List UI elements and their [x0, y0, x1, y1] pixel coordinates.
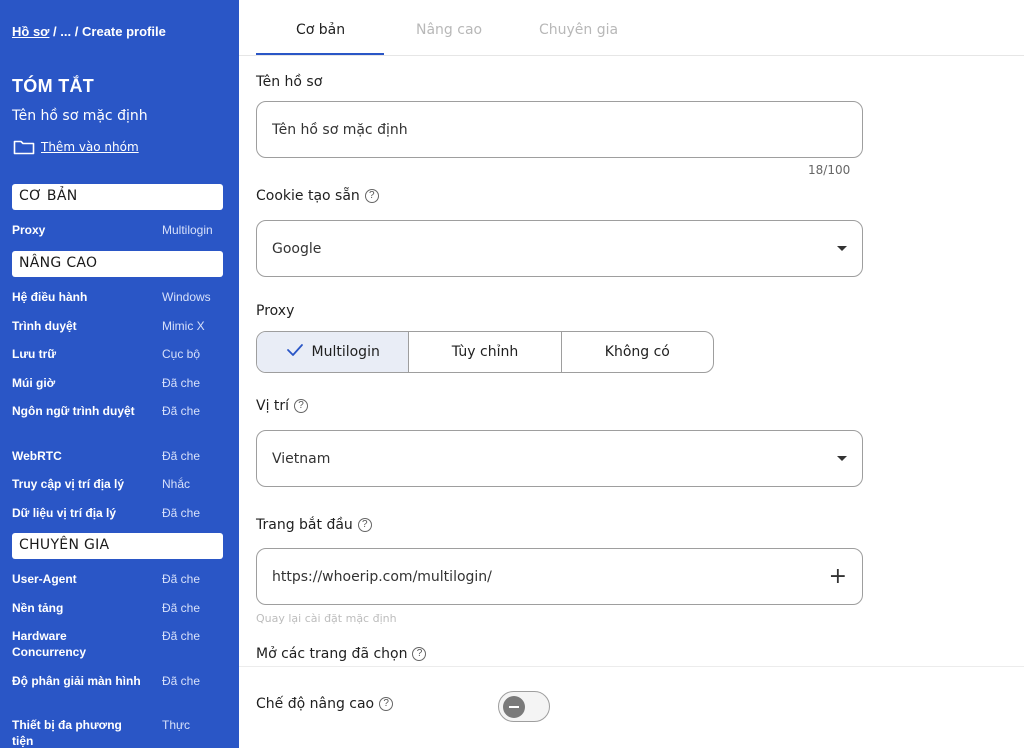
- cookie-label: Cookie tạo sẵn ?: [256, 188, 379, 204]
- tab-expert[interactable]: Chuyên gia: [539, 22, 618, 38]
- proxy-option-label: Tùy chỉnh: [451, 344, 519, 360]
- profile-name-input[interactable]: [272, 121, 847, 138]
- summary-row-value: Đã che: [162, 449, 201, 463]
- advanced-mode-label-text: Chế độ nâng cao: [256, 696, 375, 712]
- profile-name-label: Tên hồ sơ: [256, 74, 322, 90]
- summary-row-key: Hệ điều hành: [12, 290, 88, 304]
- breadcrumb-separator: /: [74, 24, 79, 39]
- section-basic-header: CƠ BẢN: [12, 184, 223, 210]
- summary-row-value: Đã che: [162, 674, 201, 688]
- summary-row-value: Đã che: [162, 376, 201, 390]
- tab-advanced[interactable]: Nâng cao: [416, 22, 482, 38]
- settings-tabs: Cơ bản Nâng cao Chuyên gia: [239, 0, 1024, 56]
- location-select[interactable]: Vietnam: [256, 430, 863, 487]
- summary-row-value: Thực: [162, 718, 191, 732]
- advanced-mode-toggle[interactable]: [498, 691, 550, 722]
- profile-name-label-text: Tên hồ sơ: [256, 74, 323, 90]
- summary-row-key: User-Agent: [12, 572, 77, 586]
- proxy-option-multilogin[interactable]: Multilogin: [257, 332, 410, 372]
- plus-icon[interactable]: +: [829, 566, 847, 588]
- start-page-input[interactable]: [272, 568, 847, 585]
- advanced-mode-label: Chế độ nâng cao ?: [256, 696, 394, 712]
- start-page-field[interactable]: +: [256, 548, 863, 605]
- help-icon[interactable]: ?: [379, 697, 394, 711]
- help-icon[interactable]: ?: [294, 399, 309, 413]
- summary-row-value: Đã che: [162, 404, 201, 418]
- add-to-group-link[interactable]: Thêm vào nhóm: [13, 139, 139, 155]
- section-expert-header: CHUYÊN GIA: [12, 533, 223, 559]
- breadcrumb-root-link[interactable]: Hồ sơ: [12, 24, 49, 39]
- summary-row-key: Truy cập vị trí địa lý: [12, 477, 125, 491]
- section-advanced-header: NÂNG CAO: [12, 251, 223, 277]
- proxy-label: Proxy: [256, 303, 294, 319]
- summary-row-key: Lưu trữ: [12, 347, 57, 361]
- summary-row-key: Dữ liệu vị trí địa lý: [12, 506, 117, 520]
- summary-profile-name: Tên hồ sơ mặc định: [12, 108, 148, 124]
- summary-row-value: Mimic X: [162, 319, 205, 333]
- start-page-label-text: Trang bắt đầu: [256, 517, 353, 533]
- summary-row-key: Trình duyệt: [12, 319, 77, 333]
- profile-name-field[interactable]: [256, 101, 863, 158]
- cookie-select[interactable]: Google: [256, 220, 863, 277]
- summary-row-value: Multilogin: [162, 223, 213, 237]
- toggle-off-icon: [503, 696, 525, 718]
- open-selected-pages-label: Mở các trang đã chọn ?: [256, 646, 427, 662]
- summary-row-key: Độ phân giải màn hình: [12, 674, 141, 688]
- chevron-down-icon: [837, 456, 847, 461]
- breadcrumb-ellipsis[interactable]: ...: [60, 24, 71, 39]
- cookie-label-text: Cookie tạo sẵn: [256, 188, 360, 204]
- help-icon[interactable]: ?: [412, 647, 427, 661]
- summary-row-key: Thiết bị đa phương tiện: [12, 718, 122, 748]
- breadcrumb: Hồ sơ / ... / Create profile: [12, 24, 166, 39]
- location-label: Vị trí ?: [256, 398, 309, 414]
- add-to-group-label: Thêm vào nhóm: [41, 140, 139, 154]
- summary-title: TÓM TẮT: [12, 76, 95, 96]
- proxy-segmented-control: Multilogin Tùy chỉnh Không có: [256, 331, 714, 373]
- summary-row-key: Hardware Concurrency: [12, 629, 87, 659]
- summary-row-value: Nhắc: [162, 477, 191, 491]
- reset-defaults-link[interactable]: Quay lại cài đặt mặc định: [256, 612, 397, 625]
- proxy-option-none[interactable]: Không có: [562, 332, 713, 372]
- summary-row-key: Nền tảng: [12, 601, 64, 615]
- divider: [239, 666, 1024, 667]
- summary-row-key: WebRTC: [12, 449, 62, 463]
- tab-basic[interactable]: Cơ bản: [296, 22, 345, 38]
- breadcrumb-current: Create profile: [82, 24, 166, 39]
- summary-row-value: Đã che: [162, 629, 201, 643]
- proxy-option-label: Multilogin: [311, 344, 380, 360]
- chevron-down-icon: [837, 246, 847, 251]
- checkmark-icon: [286, 343, 304, 361]
- profile-name-counter: 18/100: [808, 163, 851, 177]
- summary-row-value: Đã che: [162, 506, 201, 520]
- start-page-label: Trang bắt đầu ?: [256, 517, 372, 533]
- proxy-option-label: Không có: [604, 344, 670, 360]
- summary-row-value: Cục bộ: [162, 347, 201, 361]
- location-select-value: Vietnam: [272, 450, 331, 467]
- summary-row-key: Múi giờ: [12, 376, 56, 390]
- cookie-select-value: Google: [272, 240, 322, 257]
- help-icon[interactable]: ?: [357, 518, 372, 532]
- summary-row-value: Đã che: [162, 601, 201, 615]
- open-selected-pages-label-text: Mở các trang đã chọn: [256, 646, 408, 662]
- active-tab-indicator: [256, 53, 384, 55]
- summary-row-key: Ngôn ngữ trình duyệt: [12, 404, 135, 418]
- proxy-option-custom[interactable]: Tùy chỉnh: [409, 332, 562, 372]
- folder-icon: [13, 139, 35, 155]
- breadcrumb-separator: /: [53, 24, 57, 39]
- summary-row-value: Đã che: [162, 572, 201, 586]
- location-label-text: Vị trí: [256, 398, 290, 414]
- summary-sidebar: Hồ sơ / ... / Create profile TÓM TẮT Tên…: [0, 0, 239, 748]
- proxy-label-text: Proxy: [256, 303, 295, 319]
- summary-row-key: Proxy: [12, 223, 46, 237]
- summary-row-value: Windows: [162, 290, 211, 304]
- help-icon[interactable]: ?: [364, 189, 379, 203]
